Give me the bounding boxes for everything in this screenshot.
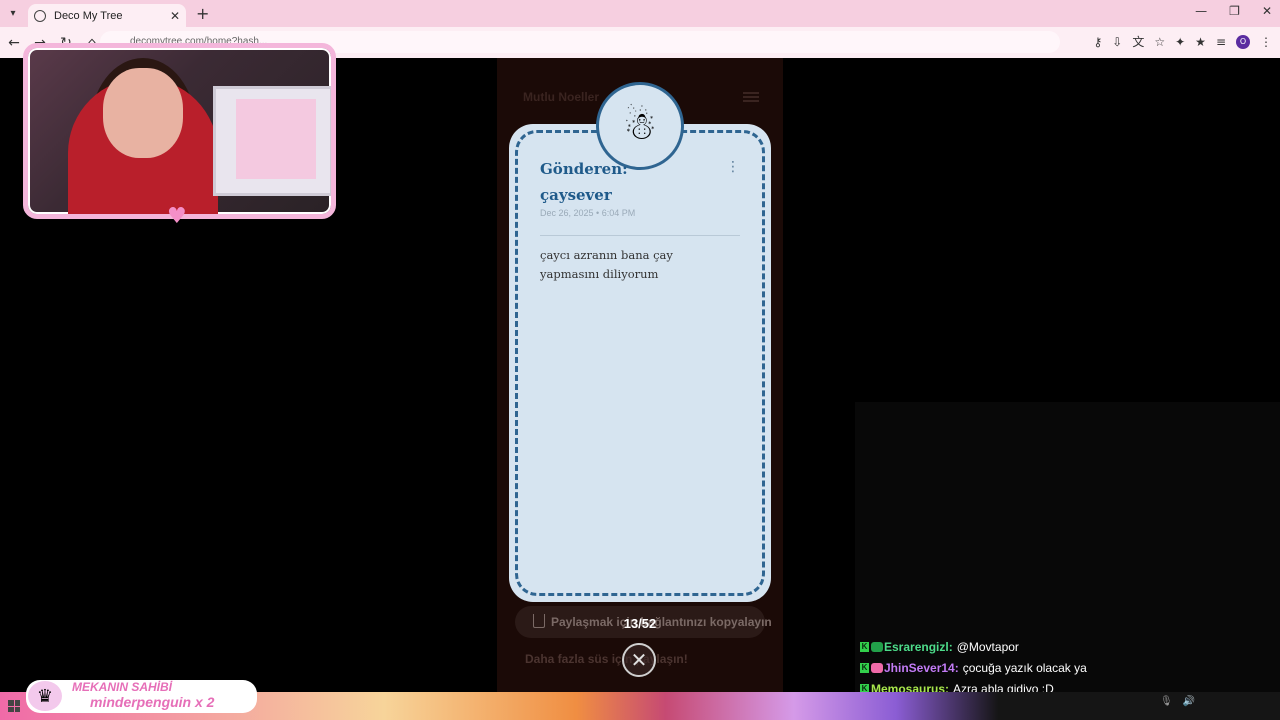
back-icon[interactable]: ←	[2, 35, 26, 51]
extensions-icon[interactable]: ✦	[1175, 35, 1185, 49]
crown-icon: ♛	[28, 681, 62, 711]
more-options-icon[interactable]: ⋮	[726, 160, 740, 174]
chat-username[interactable]: JhinSever14:	[884, 661, 959, 675]
user-badge-icon	[871, 662, 883, 673]
kick-badge-icon: K	[860, 641, 869, 652]
bookmarks-icon[interactable]: ★	[1195, 35, 1206, 49]
user-badge-icon	[871, 641, 883, 652]
restore-icon[interactable]: ❐	[1229, 4, 1240, 18]
close-window-icon[interactable]: ✕	[1262, 4, 1272, 18]
globe-icon	[34, 9, 46, 22]
translate-icon[interactable]: 文	[1132, 33, 1144, 50]
hamburger-menu-icon[interactable]	[743, 92, 759, 102]
chat-text: çocuğa yazık olacak ya	[962, 660, 1087, 675]
tab-close-icon[interactable]: ✕	[170, 9, 180, 23]
mic-icon[interactable]: 🎙	[1160, 696, 1173, 707]
system-clock	[1204, 696, 1206, 706]
chat-username[interactable]: Esrarengizl:	[884, 640, 953, 654]
bookmark-star-icon[interactable]: ☆	[1154, 35, 1165, 49]
webcam-overlay	[23, 43, 336, 219]
owner-name: minderpenguin x 2	[90, 694, 215, 710]
key-icon[interactable]: ⚷	[1093, 35, 1102, 49]
volume-icon[interactable]: 🔊	[1183, 696, 1195, 707]
snowman-icon: ☃	[596, 82, 684, 170]
tab-title: Deco My Tree	[54, 9, 123, 22]
browser-tab-bar: ▾ Deco My Tree ✕ + — ❐ ✕	[0, 0, 1280, 27]
minimize-icon[interactable]: —	[1195, 4, 1207, 18]
heart-icon: ♥	[167, 204, 187, 229]
cam-pc-case	[213, 86, 331, 196]
chat-text: @Movtapor	[956, 639, 1019, 654]
sender-label: Gönderen:	[540, 160, 628, 178]
windows-start-icon[interactable]	[8, 700, 20, 712]
toolbar-icons: ⚷ ⇩ 文 ☆ ✦ ★ ≡ O ⋮	[1093, 33, 1272, 50]
profile-avatar[interactable]: O	[1236, 34, 1250, 49]
app-header-title: Mutlu Noeller	[523, 90, 600, 104]
sender-name: çaysever	[540, 186, 612, 204]
media-icon[interactable]: ≡	[1216, 35, 1226, 49]
new-tab-button[interactable]: +	[196, 4, 209, 23]
system-tray: 🎙 🔊	[1160, 696, 1195, 707]
share-hint: Daha fazla süs için paylaşın!	[525, 652, 688, 666]
window-controls: — ❐ ✕	[1195, 4, 1272, 18]
kick-badge-icon: K	[860, 662, 869, 673]
tab-search-icon[interactable]: ▾	[0, 0, 26, 27]
chat-message: K Esrarengizl: @Movtapor	[860, 636, 1280, 657]
more-menu-icon[interactable]: ⋮	[1260, 35, 1272, 49]
screen: ▾ Deco My Tree ✕ + — ❐ ✕ ← → ↻ ⌂ decomyt…	[0, 0, 1280, 720]
owner-title: MEKANIN SAHİBİ	[72, 680, 173, 694]
browser-tab[interactable]: Deco My Tree ✕	[28, 4, 186, 27]
share-icon	[533, 614, 545, 628]
message-date: Dec 26, 2025 • 6:04 PM	[540, 208, 636, 218]
card-divider	[540, 235, 740, 236]
close-icon[interactable]: ✕	[622, 643, 656, 677]
message-counter: 13/52	[623, 616, 657, 631]
chat-message: K JhinSever14: çocuğa yazık olacak ya	[860, 657, 1280, 678]
cam-streamer-face	[103, 68, 183, 158]
message-text: çaycı azranın bana çay yapmasını diliyor…	[540, 248, 673, 281]
install-icon[interactable]: ⇩	[1112, 35, 1122, 49]
